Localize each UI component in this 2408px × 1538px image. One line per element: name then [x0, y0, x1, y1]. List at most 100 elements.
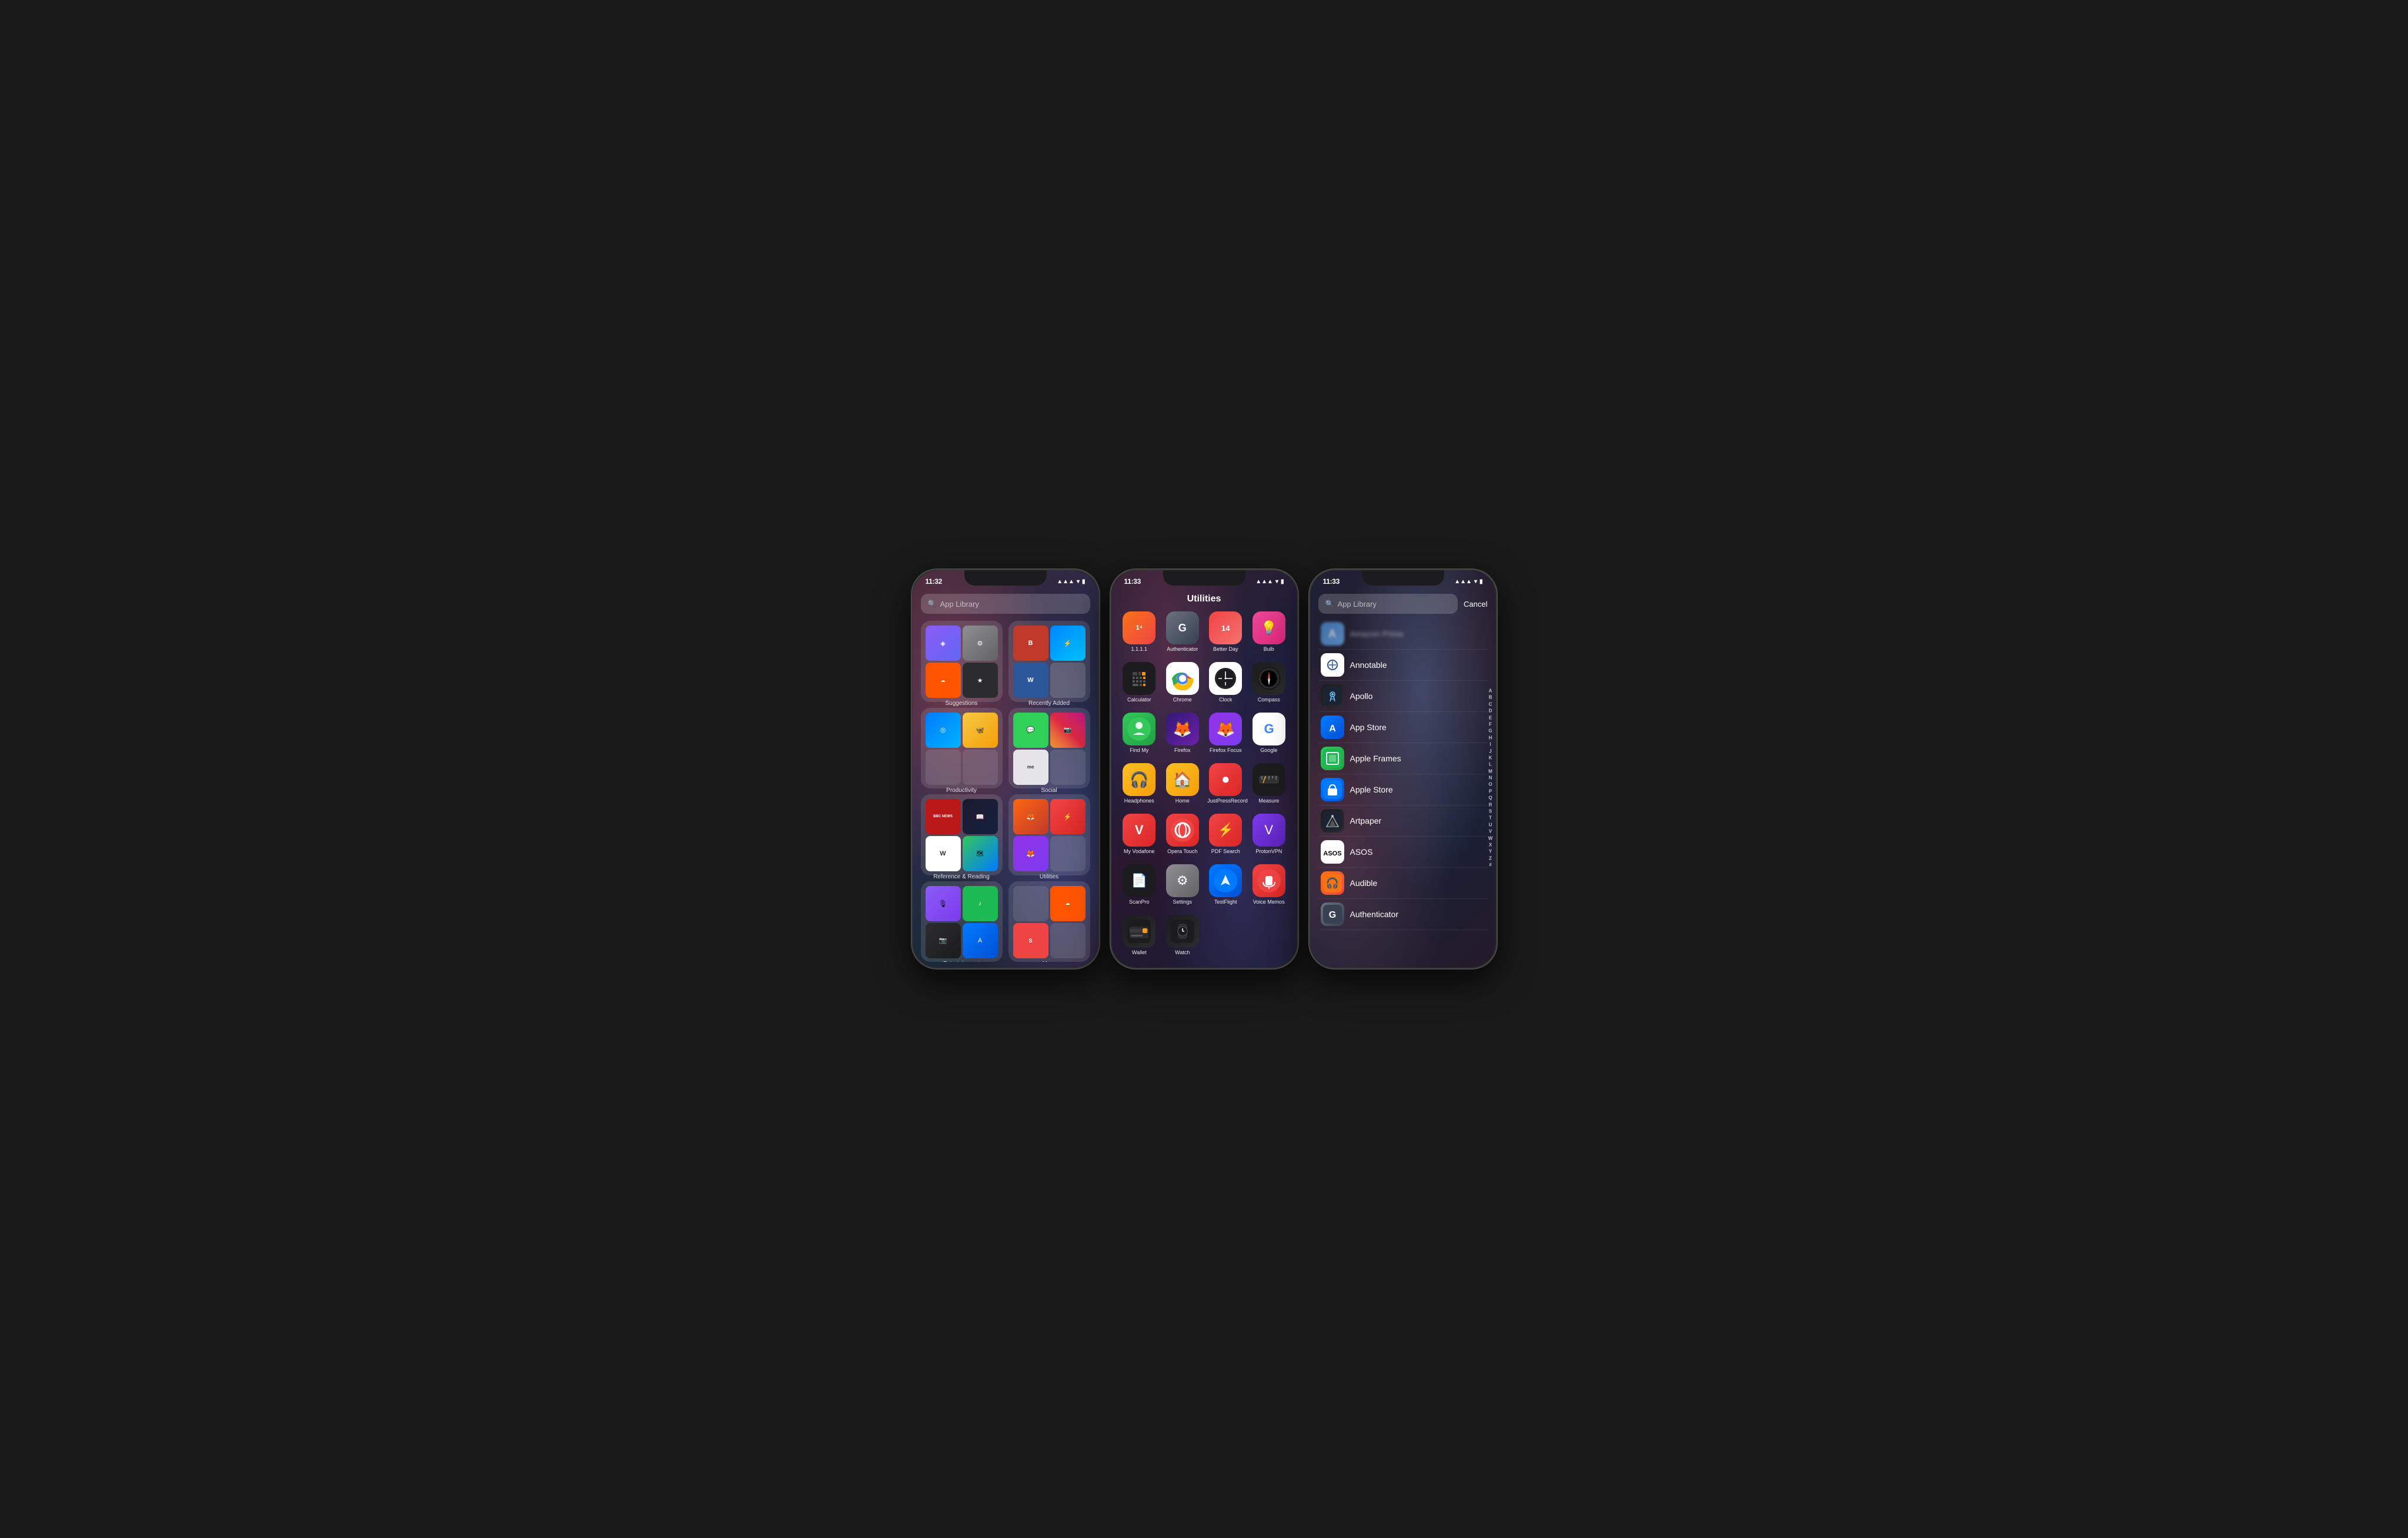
alpha-b[interactable]: B [1488, 695, 1494, 701]
app-item-voicememos[interactable]: Voice Memos [1249, 864, 1289, 911]
app-item-betterday[interactable]: 14 Better Day [1206, 611, 1246, 658]
app-icon-bear: B [1013, 626, 1048, 661]
alpha-f[interactable]: F [1488, 722, 1494, 728]
search-bar-row-3: 🔍 App Library Cancel [1318, 594, 1488, 614]
folder-recently-added[interactable]: B ⚡ W Recently Added [1008, 621, 1090, 702]
app-item-pdfsearch[interactable]: ⚡ PDF Search [1206, 814, 1246, 861]
folder-productivity[interactable]: ◎ 🦋 Productivity [921, 708, 1003, 789]
app-item-measure[interactable]: Measure [1249, 763, 1289, 810]
list-item-appstore[interactable]: A App Store [1318, 712, 1488, 743]
app-icon-testflight [1209, 864, 1242, 897]
app-item-settings[interactable]: ⚙ Settings [1163, 864, 1203, 911]
app-item-protonvpn[interactable]: V ProtonVPN [1249, 814, 1289, 861]
alpha-a[interactable]: A [1488, 688, 1494, 694]
alpha-w[interactable]: W [1488, 835, 1494, 841]
app-item-home[interactable]: 🏠 Home [1163, 763, 1203, 810]
alpha-t[interactable]: T [1488, 815, 1494, 821]
folder-reference[interactable]: BBC NEWS 📖 W 🗺 Reference & Reading [921, 794, 1003, 875]
app-item-chrome[interactable]: Chrome [1163, 662, 1203, 709]
app-name-myvodafone: My Vodafone [1124, 848, 1155, 855]
alpha-z[interactable]: Z [1488, 855, 1494, 861]
app-list-icon-amazon: A [1321, 622, 1344, 646]
folder-entertainment[interactable]: 🎙 ♪ 📷 A Entertainment [921, 881, 1003, 962]
alpha-l[interactable]: L [1488, 762, 1494, 768]
alpha-n[interactable]: N [1488, 775, 1494, 781]
alpha-j[interactable]: J [1488, 748, 1494, 754]
list-item-annotable[interactable]: Annotable [1318, 650, 1488, 681]
list-item-audible[interactable]: 🎧 Audible [1318, 868, 1488, 899]
alpha-h[interactable]: H [1488, 735, 1494, 741]
app-name-wallet: Wallet [1132, 949, 1147, 956]
alpha-u[interactable]: U [1488, 823, 1494, 828]
list-item-amazon[interactable]: A Amazon Prime [1318, 618, 1488, 650]
alpha-q[interactable]: Q [1488, 795, 1494, 801]
alpha-d[interactable]: D [1488, 708, 1494, 714]
svg-text:G: G [1328, 910, 1335, 920]
app-item-clock[interactable]: Clock [1206, 662, 1246, 709]
app-icon-firefox-util: 🦊 [1013, 799, 1048, 834]
app-item-findmy[interactable]: Find My [1120, 713, 1160, 760]
app-item-compass[interactable]: Compass [1249, 662, 1289, 709]
alpha-v[interactable]: V [1488, 829, 1494, 835]
search-bar-1[interactable]: 🔍 App Library [921, 594, 1090, 614]
alpha-o[interactable]: O [1488, 782, 1494, 788]
list-item-applestore[interactable]: Apple Store [1318, 774, 1488, 805]
app-icon-soc4 [1050, 750, 1086, 785]
app-icon-home: 🏠 [1166, 763, 1199, 796]
alpha-hash[interactable]: # [1488, 862, 1494, 868]
folder-extra[interactable]: ☁ S More [1008, 881, 1090, 962]
list-item-artpaper[interactable]: Artpaper [1318, 805, 1488, 837]
app-item-testflight[interactable]: TestFlight [1206, 864, 1246, 911]
alpha-m[interactable]: M [1488, 768, 1494, 774]
status-icons-2: ▲▲▲ ▾ ▮ [1255, 579, 1284, 585]
list-item-asos[interactable]: ASOS ASOS [1318, 837, 1488, 868]
app-icon-findmy [1123, 713, 1155, 745]
app-name-home: Home [1175, 798, 1190, 804]
app-item-justpress[interactable]: ⏺ JustPressRecord [1206, 763, 1246, 810]
app-item-wallet[interactable]: Wallet [1120, 915, 1160, 962]
list-item-appleframes[interactable]: Apple Frames [1318, 743, 1488, 774]
app-name-scanpro: ScanPro [1129, 899, 1150, 905]
alpha-k[interactable]: K [1488, 755, 1494, 761]
time-2: 11:33 [1124, 577, 1141, 586]
app-item-watch[interactable]: Watch [1163, 915, 1203, 962]
app-name-testflight: TestFlight [1214, 899, 1237, 905]
alpha-c[interactable]: C [1488, 702, 1494, 708]
folder-utilities[interactable]: 🦊 ⚡ 🦊 Utilities [1008, 794, 1090, 875]
folder-suggestions[interactable]: ◈ ⚙ ☁ ★ Suggestions [921, 621, 1003, 702]
app-item-scanpro[interactable]: 📄 ScanPro [1120, 864, 1160, 911]
cancel-button[interactable]: Cancel [1464, 600, 1487, 608]
notch-3 [1362, 570, 1444, 586]
app-list-name-annotable: Annotable [1350, 660, 1387, 670]
folder-label-extra: More [1043, 961, 1056, 962]
app-item-bulb[interactable]: 💡 Bulb [1249, 611, 1289, 658]
list-item-apollo[interactable]: Apollo [1318, 681, 1488, 712]
app-item-firefoxfocus[interactable]: 🦊 Firefox Focus [1206, 713, 1246, 760]
app-item-headphones[interactable]: 🎧 Headphones [1120, 763, 1160, 810]
app-item-authenticator[interactable]: G Authenticator [1163, 611, 1203, 658]
app-item-google[interactable]: G Google [1249, 713, 1289, 760]
alpha-r[interactable]: R [1488, 802, 1494, 808]
app-icon-appstore: A [963, 923, 998, 958]
folder-social[interactable]: 💬 📷 me Social [1008, 708, 1090, 789]
app-list-name-amazon: Amazon Prime [1350, 629, 1404, 638]
app-icon-prod3 [926, 750, 961, 785]
folder-label-social: Social [1041, 787, 1057, 794]
search-bar-3[interactable]: 🔍 App Library [1318, 594, 1458, 614]
screen-content-3: 🔍 App Library Cancel A Amazon Prime Anno… [1310, 589, 1496, 968]
app-item-operatouch[interactable]: Opera Touch [1163, 814, 1203, 861]
app-item-calculator[interactable]: Calculator [1120, 662, 1160, 709]
app-item-firefox[interactable]: 🦊 Firefox [1163, 713, 1203, 760]
alpha-x[interactable]: X [1488, 842, 1494, 848]
app-item-myvodafone[interactable]: V My Vodafone [1120, 814, 1160, 861]
alpha-p[interactable]: P [1488, 789, 1494, 795]
app-item-1111[interactable]: 1⁴ 1.1.1.1 [1120, 611, 1160, 658]
alpha-e[interactable]: E [1488, 715, 1494, 721]
alpha-g[interactable]: G [1488, 728, 1494, 734]
app-icon-firefox: 🦊 [1166, 713, 1199, 745]
list-item-authenticator[interactable]: G Authenticator [1318, 899, 1488, 930]
alpha-s[interactable]: S [1488, 809, 1494, 815]
alpha-i[interactable]: I [1488, 742, 1494, 748]
alpha-y[interactable]: Y [1488, 849, 1494, 855]
app-icon-authenticator: G [1166, 611, 1199, 644]
